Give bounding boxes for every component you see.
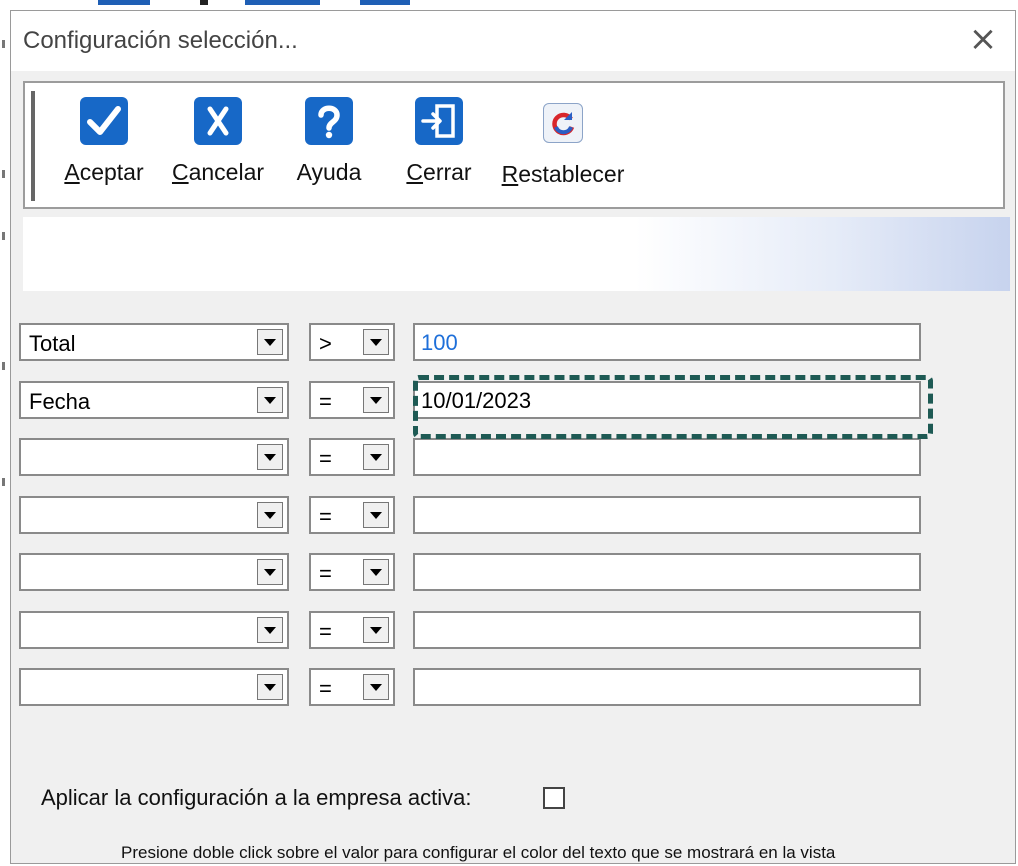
toolbar-grip[interactable] xyxy=(31,91,35,201)
value-input[interactable] xyxy=(413,553,921,591)
dropdown-arrow-icon[interactable] xyxy=(363,502,389,528)
dropdown-arrow-icon[interactable] xyxy=(257,444,283,470)
background-mark xyxy=(2,478,5,486)
close-dialog-button[interactable]: Cerrar xyxy=(397,97,481,197)
accept-button[interactable]: Aceptar xyxy=(49,97,159,197)
dropdown-arrow-icon[interactable] xyxy=(363,674,389,700)
field-select[interactable] xyxy=(19,611,289,649)
x-icon xyxy=(194,97,242,145)
reset-button[interactable]: Restablecer xyxy=(493,97,633,197)
operator-select[interactable]: = xyxy=(309,381,395,419)
field-select-value: Fecha xyxy=(29,389,91,414)
operator-select-value: = xyxy=(319,676,332,701)
dropdown-arrow-icon[interactable] xyxy=(257,674,283,700)
apply-config-checkbox[interactable] xyxy=(543,787,565,809)
cancel-button[interactable]: Cancelar xyxy=(163,97,273,197)
question-icon xyxy=(305,97,353,145)
dropdown-arrow-icon[interactable] xyxy=(363,329,389,355)
background-mark xyxy=(2,232,5,240)
field-select-value: Total xyxy=(29,331,76,356)
date-value-highlight xyxy=(413,375,933,439)
dropdown-arrow-icon[interactable] xyxy=(363,559,389,585)
field-select[interactable] xyxy=(19,496,289,534)
field-select[interactable] xyxy=(19,438,289,476)
operator-select[interactable]: = xyxy=(309,611,395,649)
apply-config-label: Aplicar la configuración a la empresa ac… xyxy=(41,785,472,810)
toolbar: Aceptar Cancelar Ayuda Cerrar Restablece xyxy=(23,81,1005,209)
value-input-text: 100 xyxy=(421,330,458,355)
operator-select-value: = xyxy=(319,619,332,644)
refresh-icon xyxy=(543,103,583,143)
dropdown-arrow-icon[interactable] xyxy=(363,617,389,643)
dropdown-arrow-icon[interactable] xyxy=(257,387,283,413)
accept-label: Aceptar xyxy=(64,159,144,185)
background-mark xyxy=(2,170,5,178)
operator-select-value: = xyxy=(319,504,332,529)
operator-select-value: = xyxy=(319,561,332,586)
operator-select[interactable]: = xyxy=(309,438,395,476)
dropdown-arrow-icon[interactable] xyxy=(257,617,283,643)
close-button[interactable]: × xyxy=(965,21,1001,57)
dropdown-arrow-icon[interactable] xyxy=(363,444,389,470)
gradient-band xyxy=(23,217,1010,291)
cancel-label: Cancelar xyxy=(171,159,265,185)
operator-select[interactable]: > xyxy=(309,323,395,361)
footer-hint: Presione doble click sobre el valor para… xyxy=(121,843,836,862)
field-select[interactable]: Fecha xyxy=(19,381,289,419)
operator-select[interactable]: = xyxy=(309,553,395,591)
help-label: Ayuda xyxy=(296,159,362,185)
dropdown-arrow-icon[interactable] xyxy=(257,559,283,585)
close-label: Cerrar xyxy=(406,159,472,185)
selection-config-dialog: Configuración selección... × Aceptar Can… xyxy=(10,10,1016,864)
dropdown-arrow-icon[interactable] xyxy=(257,502,283,528)
dropdown-arrow-icon[interactable] xyxy=(363,387,389,413)
value-input[interactable] xyxy=(413,611,921,649)
door-exit-icon xyxy=(415,97,463,145)
reset-label: Restablecer xyxy=(501,161,625,187)
background-mark xyxy=(2,362,5,370)
window-title: Configuración selección... xyxy=(23,27,298,54)
value-input[interactable] xyxy=(413,438,921,476)
dropdown-arrow-icon[interactable] xyxy=(257,329,283,355)
value-input[interactable]: 100 xyxy=(413,323,921,361)
operator-select-value: > xyxy=(319,331,332,356)
value-input[interactable] xyxy=(413,496,921,534)
help-button[interactable]: Ayuda xyxy=(279,97,379,197)
field-select[interactable]: Total xyxy=(19,323,289,361)
operator-select[interactable]: = xyxy=(309,496,395,534)
title-bar: Configuración selección... × xyxy=(11,11,1015,71)
checkmark-icon xyxy=(80,97,128,145)
background-mark xyxy=(2,40,5,48)
operator-select-value: = xyxy=(319,446,332,471)
field-select[interactable] xyxy=(19,553,289,591)
field-select[interactable] xyxy=(19,668,289,706)
value-input[interactable] xyxy=(413,668,921,706)
operator-select[interactable]: = xyxy=(309,668,395,706)
operator-select-value: = xyxy=(319,389,332,414)
